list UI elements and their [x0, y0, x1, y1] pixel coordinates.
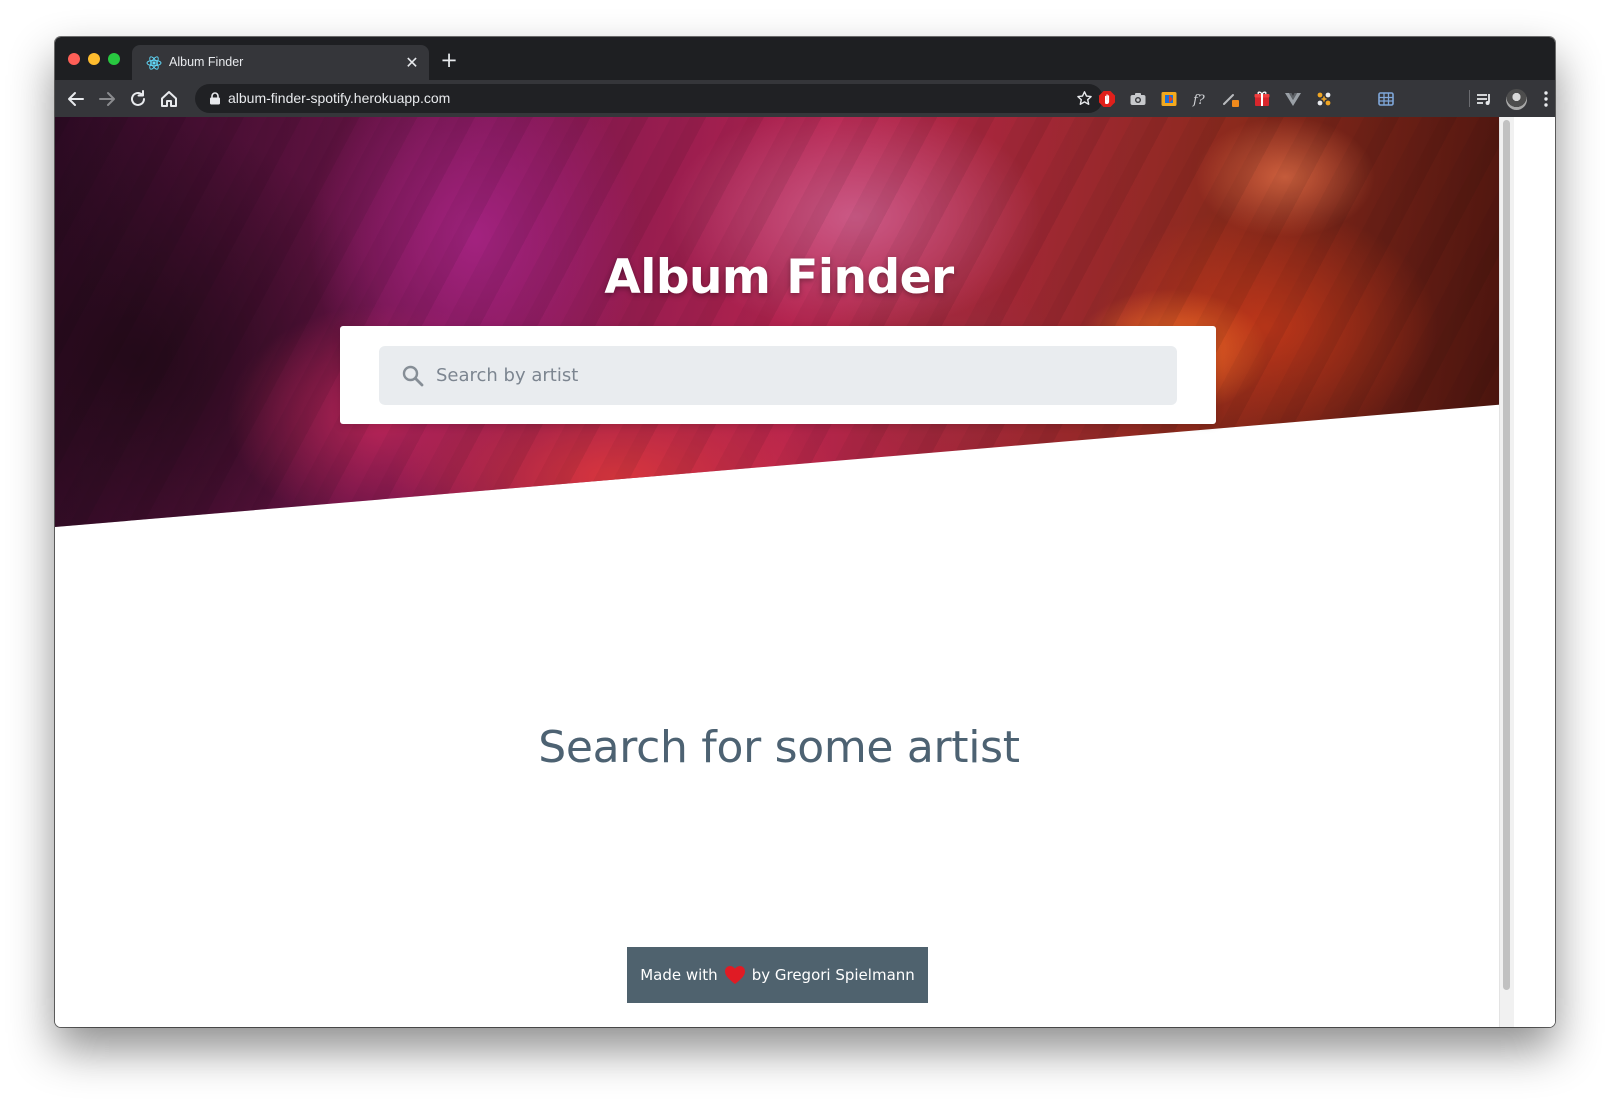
new-tab-button[interactable]: +	[439, 50, 459, 71]
window-close-button[interactable]	[68, 53, 80, 65]
tab-album-finder[interactable]: Album Finder ✕	[132, 45, 429, 80]
playlist-icon[interactable]	[1475, 90, 1493, 108]
page-title: Album Finder	[604, 250, 954, 305]
font-detector-icon[interactable]: f?	[1191, 90, 1209, 108]
address-bar[interactable]: album-finder-spotify.herokuapp.com	[195, 84, 1103, 113]
eyedropper-icon[interactable]	[1222, 90, 1240, 108]
sparkle-extension-icon[interactable]	[1315, 90, 1333, 108]
browser-menu-icon[interactable]	[1543, 89, 1549, 109]
search-input[interactable]	[436, 346, 1156, 405]
forward-icon[interactable]	[96, 88, 118, 110]
home-icon[interactable]	[158, 88, 180, 110]
browser-window: Album Finder ✕ + album-finder-spotify.he…	[55, 37, 1555, 1027]
heart-icon	[724, 966, 745, 984]
search-icon	[402, 365, 424, 387]
gift-icon[interactable]	[1253, 90, 1271, 108]
window-maximize-button[interactable]	[108, 53, 120, 65]
lock-icon	[210, 92, 220, 105]
footer-author: by Gregori Spielmann	[751, 966, 915, 984]
window-minimize-button[interactable]	[88, 53, 100, 65]
footer-prefix: Made with	[640, 966, 718, 984]
extension-box-icon[interactable]	[1160, 90, 1178, 108]
react-icon	[146, 56, 162, 70]
page-viewport: Album Finder Search for some artist Made…	[55, 117, 1555, 1027]
bookmark-star-icon[interactable]	[1076, 90, 1093, 107]
ad-blocker-icon[interactable]	[1098, 90, 1116, 108]
svg-text:f?: f?	[1192, 93, 1206, 108]
toolbar-separator	[1469, 90, 1470, 107]
footer-credit: Made with by Gregori Spielmann	[627, 947, 928, 1003]
tab-close-icon[interactable]: ✕	[403, 54, 421, 72]
hero-image-texture	[55, 117, 1555, 527]
profile-avatar[interactable]	[1506, 89, 1527, 110]
search-card	[340, 326, 1216, 424]
tab-title: Album Finder	[169, 55, 244, 69]
window-right-edge	[1514, 117, 1555, 1027]
camera-icon[interactable]	[1129, 90, 1147, 108]
browser-toolbar: album-finder-spotify.herokuapp.com f?	[55, 80, 1555, 117]
layout-grid-icon[interactable]	[1377, 90, 1395, 108]
url-text[interactable]: album-finder-spotify.herokuapp.com	[228, 90, 450, 106]
vue-devtools-icon[interactable]	[1284, 90, 1302, 108]
empty-state-message: Search for some artist	[538, 722, 1020, 773]
search-box[interactable]	[379, 346, 1177, 405]
back-icon[interactable]	[65, 88, 87, 110]
page-scrollbar[interactable]	[1499, 117, 1514, 1027]
tab-strip: Album Finder ✕ +	[55, 37, 1555, 80]
reload-icon[interactable]	[127, 88, 149, 110]
scrollbar-thumb[interactable]	[1503, 120, 1510, 990]
